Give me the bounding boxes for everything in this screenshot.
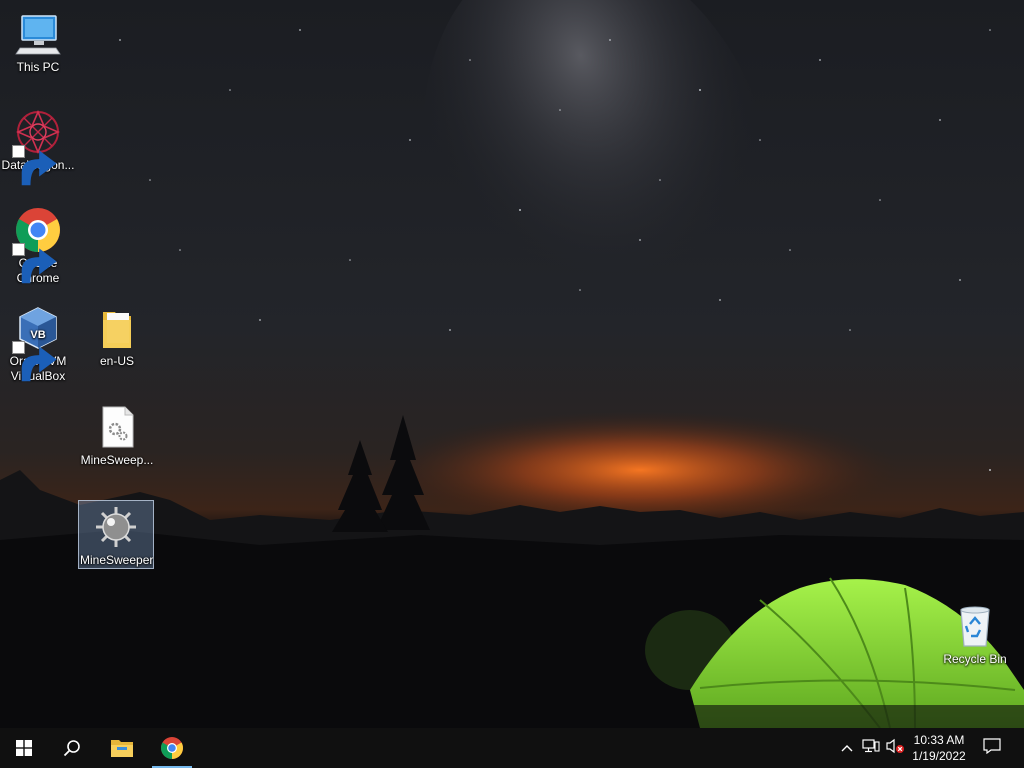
- search-icon: [63, 739, 81, 757]
- desktop-icon-datawagon[interactable]: DataWagon...: [0, 106, 76, 186]
- config-file-icon: [93, 403, 141, 451]
- system-clock[interactable]: 10:33 AM 1/19/2022: [906, 728, 972, 768]
- desktop-icon-label: en-US: [99, 354, 134, 368]
- desktop-icon-this-pc[interactable]: This PC: [0, 8, 76, 75]
- volume-muted-icon: [885, 738, 905, 759]
- desktop-icon-google-chrome[interactable]: Google Chrome: [0, 204, 76, 286]
- minesweeper-icon: [92, 503, 140, 551]
- desktop-icon-label: Recycle Bin: [943, 652, 1007, 666]
- datawagon-icon: [12, 108, 62, 186]
- network-button[interactable]: [860, 728, 882, 768]
- clock-time: 10:33 AM: [913, 733, 965, 747]
- taskbar: 10:33 AM 1/19/2022: [0, 728, 1024, 768]
- start-button[interactable]: [0, 728, 48, 768]
- desktop-icon-minesweeper[interactable]: MineSweeper: [78, 500, 154, 569]
- shortcut-arrow-icon: [12, 341, 57, 382]
- shortcut-arrow-icon: [12, 243, 57, 284]
- chrome-icon: [12, 206, 62, 284]
- desktop-icon-minesweeper-config[interactable]: MineSweep...: [79, 401, 155, 468]
- desktop-icon-recycle-bin[interactable]: Recycle Bin: [937, 600, 1013, 667]
- clock-date: 1/19/2022: [912, 749, 966, 763]
- taskbar-file-explorer[interactable]: [98, 728, 146, 768]
- desktop-icon-label: This PC: [16, 60, 60, 74]
- taskbar-chrome[interactable]: [148, 728, 196, 768]
- desktop-icon-label: MineSweep...: [80, 453, 154, 467]
- svg-text:VB: VB: [30, 329, 45, 341]
- volume-button[interactable]: [884, 728, 906, 768]
- folder-icon: [93, 304, 141, 352]
- action-center-icon: [983, 737, 1001, 759]
- computer-icon: [14, 10, 62, 58]
- virtualbox-icon: VB: [12, 304, 62, 382]
- shortcut-arrow-icon: [12, 145, 57, 186]
- chrome-icon: [160, 736, 184, 760]
- desktop-icon-label: MineSweeper: [80, 553, 154, 567]
- desktop-icon-en-us[interactable]: en-US: [79, 302, 155, 369]
- desktop-icon-virtualbox[interactable]: VB Oracle VM VirtualBox: [0, 302, 76, 384]
- action-center-button[interactable]: [978, 728, 1006, 768]
- network-icon: [862, 738, 880, 759]
- windows-start-icon: [16, 740, 32, 756]
- chevron-up-icon: [841, 739, 853, 757]
- folder-icon: [110, 738, 134, 758]
- search-button[interactable]: [48, 728, 96, 768]
- recycle-bin-icon: [951, 602, 999, 650]
- show-hidden-icons-button[interactable]: [838, 728, 856, 768]
